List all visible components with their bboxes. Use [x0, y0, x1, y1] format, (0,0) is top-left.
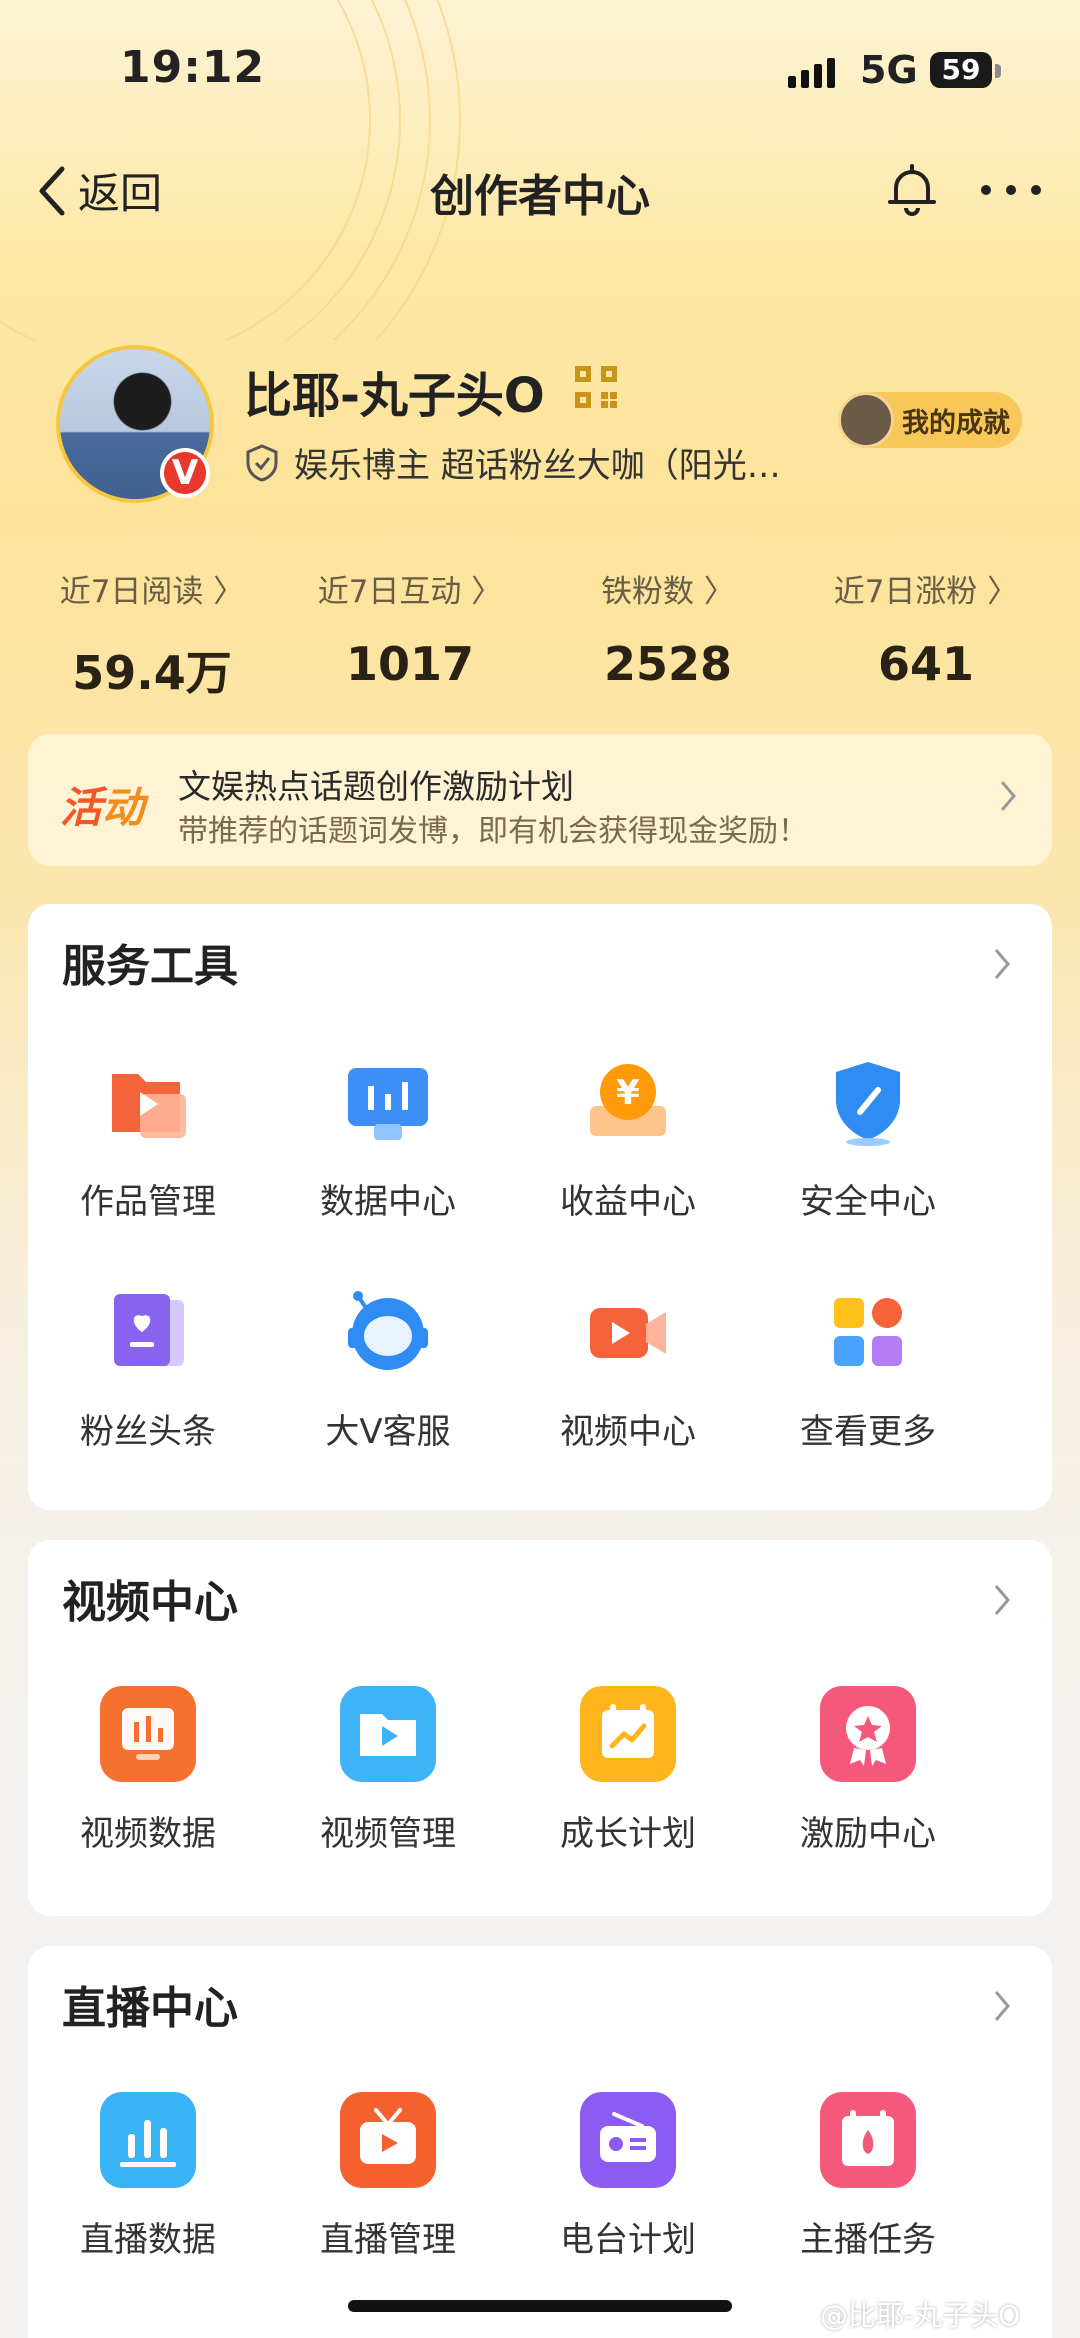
fans-heart-icon [114, 1294, 184, 1366]
tool-video-center[interactable]: 视频中心 [508, 1284, 748, 1453]
certification-text: 娱乐博主 超话粉丝大咖（阳光… [294, 446, 781, 486]
live-item-label: 主播任务 [800, 2220, 936, 2260]
live-data-item[interactable]: 直播数据 [28, 2092, 268, 2261]
incentive-center-item[interactable]: 激励中心 [748, 1686, 988, 1855]
stat-interactions[interactable]: 近7日互动 〉 1017 [280, 566, 540, 691]
video-item-label: 视频数据 [80, 1814, 216, 1854]
video-data-item[interactable]: 视频数据 [28, 1686, 268, 1855]
astronaut-service-icon [348, 1291, 428, 1370]
chevron-right-icon [1000, 781, 1016, 811]
section-title: 直播中心 [62, 1983, 238, 2034]
achievement-label: 我的成就 [902, 407, 1010, 439]
stat-label: 近7日涨粉 [833, 574, 978, 610]
stat-reads[interactable]: 近7日阅读 〉 59.4万 [22, 566, 282, 703]
home-indicator[interactable] [348, 2300, 732, 2312]
status-time: 19:12 [120, 42, 266, 93]
battery-icon: 59 [930, 52, 992, 88]
stat-label: 近7日阅读 [59, 574, 204, 610]
chevron-right-icon[interactable] [990, 944, 1014, 984]
verified-v-icon: V [160, 448, 210, 498]
video-camera-icon [590, 1308, 666, 1358]
svg-text:¥: ¥ [616, 1073, 640, 1113]
back-button[interactable]: 返回 [34, 160, 162, 221]
radio-icon [580, 2092, 676, 2188]
tool-security[interactable]: 安全中心 [748, 1054, 988, 1223]
qr-code-icon[interactable] [575, 366, 617, 408]
tool-income[interactable]: ¥ 收益中心 [508, 1054, 748, 1223]
medal-icon [838, 392, 894, 448]
activity-title: 文娱热点话题创作激励计划 [178, 767, 574, 806]
host-task-item[interactable]: 主播任务 [748, 2092, 988, 2261]
video-item-label: 视频管理 [320, 1814, 456, 1854]
section-title: 服务工具 [62, 941, 238, 992]
tool-more[interactable]: 查看更多 [748, 1284, 988, 1453]
certification-row[interactable]: 娱乐博主 超话粉丝大咖（阳光… [244, 438, 781, 487]
video-manage-item[interactable]: 视频管理 [268, 1686, 508, 1855]
watermark: @比耶-丸子头O [820, 2299, 1021, 2332]
battery-tip [995, 64, 1001, 78]
tool-label: 查看更多 [800, 1412, 936, 1452]
data-center-icon [348, 1068, 428, 1140]
activity-subtitle: 带推荐的话题词发博，即有机会获得现金奖励！ [178, 814, 808, 849]
bell-icon[interactable] [882, 160, 942, 220]
video-manage-icon [340, 1686, 436, 1782]
tool-label: 数据中心 [320, 1182, 456, 1222]
live-data-icon [100, 2092, 196, 2188]
live-item-label: 直播管理 [320, 2220, 456, 2260]
stat-new-fans[interactable]: 近7日涨粉 〉 641 [796, 566, 1056, 691]
tool-vip-service[interactable]: 大V客服 [268, 1284, 508, 1453]
video-item-label: 激励中心 [800, 1814, 936, 1854]
stat-iron-fans[interactable]: 铁粉数 〉 2528 [538, 566, 798, 691]
growth-plan-icon [580, 1686, 676, 1782]
user-name[interactable]: 比耶-丸子头O [244, 356, 545, 426]
video-item-label: 成长计划 [560, 1814, 696, 1854]
chevron-left-icon [39, 166, 65, 215]
tool-label: 收益中心 [560, 1182, 696, 1222]
live-center-card: 直播中心 直播数据 直播管理 电台计划 主播任务 [28, 1946, 1052, 2338]
incentive-medal-icon [820, 1686, 916, 1782]
activity-tag: 活动 [60, 783, 145, 832]
growth-plan-item[interactable]: 成长计划 [508, 1686, 748, 1855]
live-manage-item[interactable]: 直播管理 [268, 2092, 508, 2261]
yen-coin-icon: ¥ [590, 1064, 666, 1136]
section-title: 视频中心 [62, 1577, 238, 1628]
network-label: 5G [860, 48, 918, 92]
tool-label: 大V客服 [325, 1412, 451, 1452]
stat-label: 近7日互动 [317, 574, 462, 610]
activity-banner[interactable]: 活动 文娱热点话题创作激励计划 带推荐的话题词发博，即有机会获得现金奖励！ [28, 734, 1052, 866]
shield-icon [836, 1062, 900, 1146]
service-tools-card: 服务工具 作品管理 数据中心 ¥ 收益中心 安全中心 粉丝头条 大V客服 视频中… [28, 904, 1052, 1510]
stat-value: 59.4万 [72, 646, 232, 700]
host-task-icon [820, 2092, 916, 2188]
chevron-right-icon[interactable] [990, 1986, 1014, 2026]
achievement-button[interactable]: 我的成就 [838, 392, 1022, 448]
more-grid-icon [834, 1298, 902, 1366]
tool-works[interactable]: 作品管理 [28, 1054, 268, 1223]
back-label: 返回 [78, 169, 163, 218]
live-item-label: 直播数据 [80, 2220, 216, 2260]
stat-label: 铁粉数 [601, 574, 695, 610]
stat-value: 641 [877, 637, 975, 691]
tool-label: 粉丝头条 [80, 1412, 216, 1452]
live-tv-icon [340, 2092, 436, 2188]
live-item-label: 电台计划 [560, 2220, 696, 2260]
tool-fans-headline[interactable]: 粉丝头条 [28, 1284, 268, 1453]
tool-data-center[interactable]: 数据中心 [268, 1054, 508, 1223]
more-icon[interactable] [976, 160, 1046, 220]
works-folder-icon [112, 1074, 186, 1138]
stat-value: 1017 [345, 637, 475, 691]
tool-label: 视频中心 [560, 1412, 696, 1452]
video-data-icon [100, 1686, 196, 1782]
signal-icon [788, 58, 835, 88]
radio-plan-item[interactable]: 电台计划 [508, 2092, 748, 2261]
video-center-card: 视频中心 视频数据 视频管理 成长计划 激励中心 [28, 1540, 1052, 1916]
shield-outline-icon [246, 443, 278, 482]
stat-value: 2528 [603, 637, 733, 691]
tool-label: 作品管理 [80, 1182, 216, 1222]
tool-label: 安全中心 [800, 1182, 936, 1222]
chevron-right-icon[interactable] [990, 1580, 1014, 1620]
